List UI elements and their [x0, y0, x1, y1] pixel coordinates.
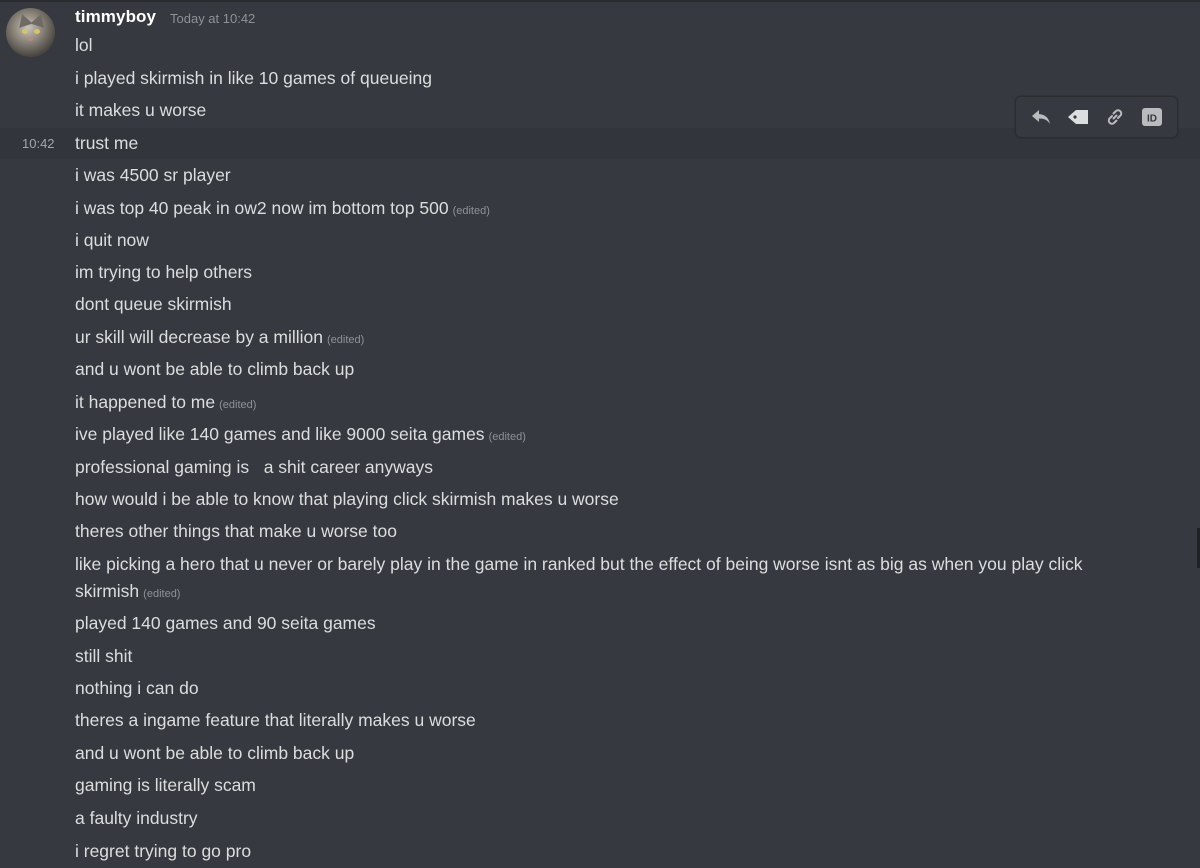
message: nothing i can do	[75, 675, 199, 702]
message-text: ur skill will decrease by a million	[75, 327, 323, 347]
message: dont queue skirmish	[75, 291, 232, 318]
message-text: like picking a hero that u never or bare…	[75, 554, 1083, 601]
message-text: dont queue skirmish	[75, 294, 232, 314]
message: it makes u worse	[75, 97, 206, 124]
message: i played skirmish in like 10 games of qu…	[75, 65, 432, 92]
message: trust me	[75, 130, 138, 157]
copy-id-button[interactable]: ID	[1136, 101, 1168, 133]
message-text: and u wont be able to climb back up	[75, 743, 355, 763]
cat-ear-right-icon	[30, 12, 48, 28]
avatar[interactable]	[6, 8, 55, 57]
message-text: nothing i can do	[75, 678, 199, 698]
message-text: how would i be able to know that playing…	[75, 489, 619, 509]
edited-label: (edited)	[219, 399, 257, 411]
message-text: it happened to me	[75, 392, 216, 412]
message: played 140 games and 90 seita games	[75, 610, 376, 637]
message-text: a faulty industry	[75, 808, 198, 828]
message-text: ive played like 140 games and like 9000 …	[75, 424, 485, 444]
reply-icon	[1031, 110, 1050, 124]
message-text: i was 4500 sr player	[75, 165, 231, 185]
message-text: i was top 40 peak in ow2 now im bottom t…	[75, 198, 449, 218]
message-text: played 140 games and 90 seita games	[75, 613, 376, 633]
message-text: theres other things that make u worse to…	[75, 521, 397, 541]
message-text: theres a ingame feature that literally m…	[75, 710, 476, 730]
message-text: i played skirmish in like 10 games of qu…	[75, 68, 432, 88]
message: ur skill will decrease by a million (edit…	[75, 324, 364, 354]
message-text: im trying to help others	[75, 262, 253, 282]
message: theres other things that make u worse to…	[75, 518, 397, 545]
message: lol	[75, 32, 93, 59]
message: i regret trying to go pro	[75, 838, 251, 865]
message: im trying to help others	[75, 259, 252, 286]
message: i quit now	[75, 227, 149, 254]
message: i was top 40 peak in ow2 now im bottom t…	[75, 195, 490, 225]
edited-label: (edited)	[488, 431, 526, 443]
cat-eye-left-icon	[22, 29, 28, 34]
message-text: gaming is literally scam	[75, 775, 256, 795]
message-text: i regret trying to go pro	[75, 841, 252, 861]
message: it happened to me (edited)	[75, 389, 256, 419]
tag-icon	[1067, 110, 1088, 124]
message: theres a ingame feature that literally m…	[75, 707, 476, 734]
message-text: and u wont be able to climb back up	[75, 359, 355, 379]
edited-label: (edited)	[452, 205, 490, 217]
edited-label: (edited)	[143, 588, 181, 600]
message-text: professional gaming is a shit career any…	[75, 457, 433, 477]
id-icon-label: ID	[1147, 114, 1157, 125]
cat-ear-left-icon	[15, 12, 33, 28]
message-text: still shit	[75, 646, 133, 666]
message: professional gaming is a shit career any…	[75, 454, 433, 481]
message-text: trust me	[75, 133, 139, 153]
message-action-toolbar: ID	[1015, 96, 1178, 138]
message: and u wont be able to climb back up	[75, 740, 354, 767]
message-hover-timestamp: 10:42	[22, 136, 55, 151]
message-text: it makes u worse	[75, 100, 207, 120]
message: and u wont be able to climb back up	[75, 356, 354, 383]
message-text: lol	[75, 35, 93, 55]
edited-label: (edited)	[327, 334, 365, 346]
message: gaming is literally scam	[75, 772, 256, 799]
cat-nose-icon	[28, 37, 33, 41]
message-text: i quit now	[75, 230, 149, 250]
chat-message-group: 10:42 timmyboy Today at 10:42 lol i play…	[0, 0, 1200, 868]
author-name[interactable]: timmyboy	[75, 7, 156, 27]
message: how would i be able to know that playing…	[75, 486, 619, 513]
id-icon: ID	[1142, 108, 1163, 126]
message: ive played like 140 games and like 9000 …	[75, 421, 526, 451]
message: i was 4500 sr player	[75, 162, 231, 189]
message: like picking a hero that u never or bare…	[75, 551, 1115, 608]
tag-button[interactable]	[1062, 101, 1094, 133]
link-icon	[1107, 109, 1123, 125]
copy-link-button[interactable]	[1099, 101, 1131, 133]
message-timestamp[interactable]: Today at 10:42	[170, 11, 255, 26]
cat-eye-right-icon	[34, 29, 40, 34]
message: a faulty industry	[75, 805, 198, 832]
reply-button[interactable]	[1025, 101, 1057, 133]
message: still shit	[75, 643, 132, 670]
